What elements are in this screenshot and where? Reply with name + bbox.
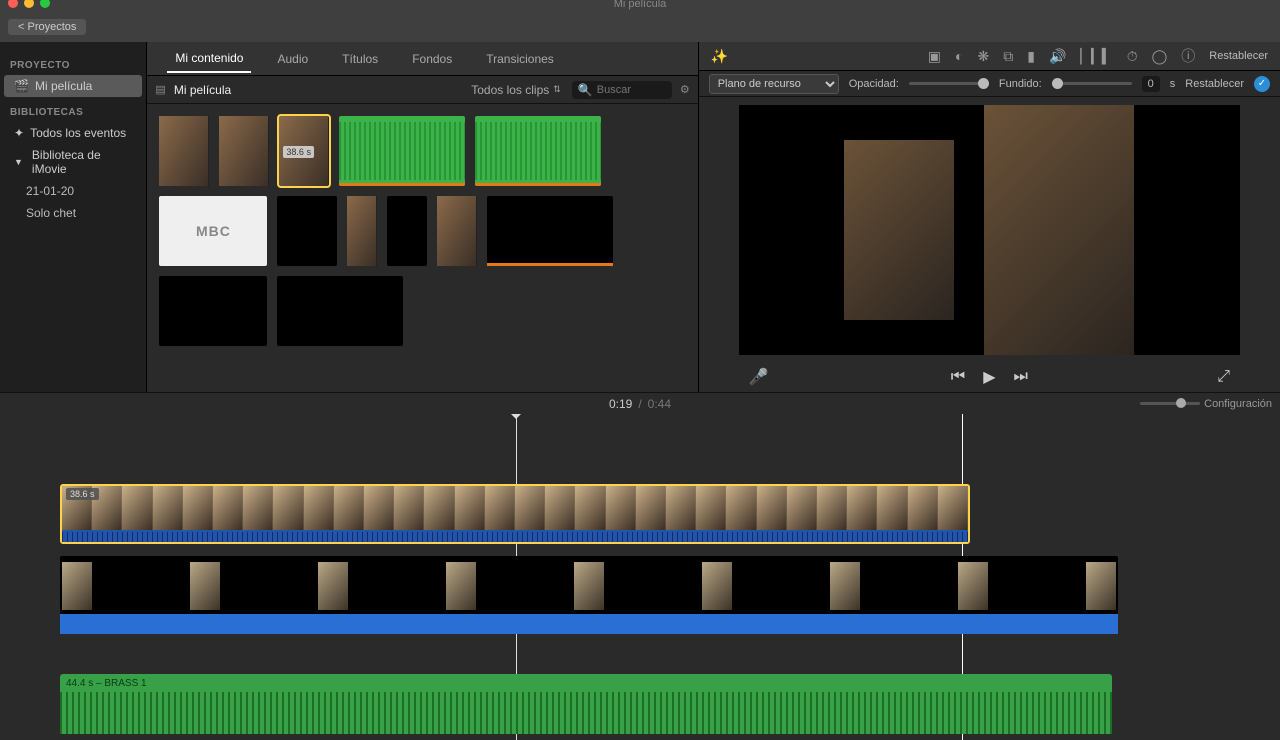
search-field[interactable]: 🔍 [572, 81, 672, 99]
fade-unit: s [1170, 78, 1176, 90]
clip-filter-dropdown[interactable]: Todos los clips ⇅ [471, 83, 564, 97]
preview-toolbar: ✨ ▣ ◐ ❋ ⧉ ▮ 🔊 ▏▎▍ ⏱ ◯ ⓘ Restablecer [699, 42, 1280, 71]
overlay-controls: Plano de recurso Opacidad: Fundido: 0 s … [699, 71, 1280, 97]
fullscreen-icon[interactable]: ⤢ [1217, 368, 1230, 386]
voiceover-mic-icon[interactable]: 🎤 [749, 367, 769, 387]
filter-icon[interactable]: ◯ [1152, 48, 1168, 65]
tab-audio[interactable]: Audio [269, 46, 316, 72]
next-button[interactable]: ⏭ [1014, 368, 1028, 386]
tab-backgrounds[interactable]: Fondos [404, 46, 460, 72]
play-button[interactable]: ▶ [983, 367, 995, 387]
timeline-settings-button[interactable]: Configuración [1204, 398, 1272, 410]
clip-thumb[interactable] [437, 196, 477, 266]
sidebar-head-libraries: BIBLIOTECAS [0, 103, 146, 122]
pip-video-track[interactable]: 38.6 s [60, 484, 970, 544]
chevron-updown-icon: ⇅ [553, 84, 561, 95]
clip-grid: 38.6 s MBC [147, 104, 697, 392]
clip-duration-badge: 38.6 s [283, 146, 314, 158]
clip-thumb[interactable] [159, 276, 267, 346]
sidebar-project-label: Mi película [35, 79, 92, 93]
info-icon[interactable]: ⓘ [1181, 46, 1195, 66]
fade-value: 0 [1142, 76, 1160, 92]
browser-tabs: Mi contenido Audio Títulos Fondos Transi… [147, 42, 697, 76]
sidebar-item-label: Todos los eventos [30, 126, 126, 140]
sidebar-item-event-solochet[interactable]: Solo chet [0, 202, 146, 224]
zoom-button[interactable] [40, 0, 50, 8]
timeline[interactable]: 38.6 s 44.4 s – BRASS 1 [0, 414, 1280, 740]
clip-thumb[interactable] [387, 196, 427, 266]
current-time: 0:19 [609, 397, 632, 411]
playback-controls: 🎤 ⏮ ▶ ⏭ ⤢ [699, 363, 1280, 392]
chevron-down-icon: ▼ [14, 157, 23, 167]
sidebar-item-label: Biblioteca de iMovie [32, 148, 137, 176]
clip-thumb[interactable] [487, 196, 613, 266]
clip-thumb[interactable] [347, 196, 377, 266]
main-video-thumb [984, 105, 1134, 355]
browser-toolbar: ▤ Mi película Todos los clips ⇅ 🔍 ⚙ [147, 76, 697, 104]
volume-icon[interactable]: 🔊 [1049, 48, 1066, 65]
top-toolbar: < Proyectos [0, 12, 1280, 42]
fade-label: Fundido: [999, 78, 1042, 90]
audio-clip-label: 44.4 s – BRASS 1 [66, 678, 147, 689]
sidebar-item-project[interactable]: 🎬 Mi película [4, 75, 142, 97]
speed-icon[interactable]: ⏱ [1127, 48, 1138, 65]
tab-transitions[interactable]: Transiciones [478, 46, 562, 72]
audio-clip-thumb[interactable] [339, 116, 465, 186]
star-icon: ✦ [14, 126, 24, 140]
sidebar: PROYECTO 🎬 Mi película BIBLIOTECAS ✦ Tod… [0, 42, 147, 392]
pip-duration-badge: 38.6 s [66, 488, 99, 500]
opacity-label: Opacidad: [849, 78, 899, 90]
apply-check-icon[interactable]: ✓ [1254, 76, 1270, 92]
minimize-button[interactable] [24, 0, 34, 8]
image-clip-thumb[interactable]: MBC [159, 196, 267, 266]
preview-panel: ✨ ▣ ◐ ❋ ⧉ ▮ 🔊 ▏▎▍ ⏱ ◯ ⓘ Restablecer Plan… [698, 42, 1280, 392]
pip-video-thumb [844, 140, 954, 320]
audio-track[interactable]: 44.4 s – BRASS 1 [60, 674, 1112, 734]
browser-project-name: Mi película [174, 83, 231, 97]
sidebar-item-all-events[interactable]: ✦ Todos los eventos [0, 122, 146, 144]
search-icon: 🔍 [578, 83, 593, 97]
color-balance-icon[interactable]: ◐ [955, 48, 963, 64]
sidebar-item-imovie-lib[interactable]: ▼ Biblioteca de iMovie [0, 144, 146, 180]
magic-wand-icon[interactable]: ✨ [711, 48, 728, 65]
total-time: 0:44 [648, 397, 671, 411]
clip-thumb[interactable] [219, 116, 269, 186]
tab-my-content[interactable]: Mi contenido [167, 45, 251, 73]
audio-clip-thumb[interactable] [475, 116, 601, 186]
prev-button[interactable]: ⏮ [951, 368, 965, 386]
sidebar-head-project: PROYECTO [0, 56, 146, 75]
titlebar: Mi película [0, 0, 1280, 12]
clip-thumb[interactable] [159, 116, 209, 186]
list-view-icon[interactable]: ▤ [155, 83, 165, 96]
overlay-icon[interactable]: ▣ [928, 48, 941, 65]
reset-overlay-button[interactable]: Restablecer [1185, 78, 1244, 90]
stabilize-icon[interactable]: ▮ [1027, 48, 1035, 65]
clip-thumb-selected[interactable]: 38.6 s [279, 116, 329, 186]
crop-icon[interactable]: ⧉ [1003, 48, 1013, 65]
search-input[interactable] [597, 84, 667, 96]
preview-viewport[interactable] [739, 105, 1240, 355]
opacity-slider[interactable] [909, 82, 989, 85]
time-indicator-bar: 0:19 / 0:44 Configuración [0, 392, 1280, 414]
timeline-zoom-slider[interactable] [1140, 402, 1200, 405]
close-button[interactable] [8, 0, 18, 8]
clapper-icon: 🎬 [14, 79, 29, 93]
settings-wheel-icon[interactable]: ⚙ [680, 83, 690, 96]
window-title: Mi película [614, 0, 667, 10]
overlay-mode-select[interactable]: Plano de recurso [709, 74, 839, 94]
reset-button[interactable]: Restablecer [1209, 50, 1268, 62]
equalizer-icon[interactable]: ▏▎▍ [1080, 48, 1112, 65]
time-sep: / [638, 397, 641, 411]
clip-thumb[interactable] [277, 196, 337, 266]
color-wheel-icon[interactable]: ❋ [978, 48, 990, 65]
tab-titles[interactable]: Títulos [334, 46, 386, 72]
filter-label: Todos los clips [471, 83, 549, 97]
main-video-track[interactable] [60, 556, 1118, 634]
fade-slider[interactable] [1052, 82, 1132, 85]
back-to-projects-button[interactable]: < Proyectos [8, 19, 86, 35]
clip-thumb[interactable] [277, 276, 403, 346]
sidebar-item-event-210120[interactable]: 21-01-20 [0, 180, 146, 202]
media-browser: Mi contenido Audio Títulos Fondos Transi… [147, 42, 697, 392]
